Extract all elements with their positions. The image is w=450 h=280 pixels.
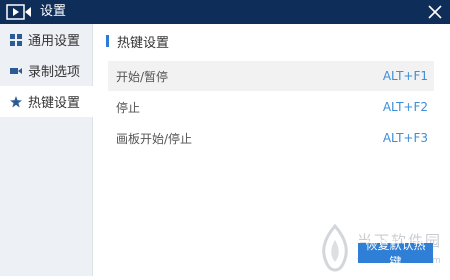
sidebar-item-label: 录制选项 [28, 65, 81, 80]
video-recorder-icon [6, 4, 31, 20]
hotkey-row-start-pause[interactable]: 开始/暂停 ALT+F1 [108, 61, 434, 91]
hotkey-action: 开始/暂停 [116, 69, 169, 84]
camera-icon [10, 67, 22, 74]
hotkey-action: 画板开始/停止 [116, 131, 193, 146]
section-title-text: 热键设置 [117, 35, 170, 51]
grid-icon [10, 33, 22, 46]
sidebar-item-label: 通用设置 [28, 34, 81, 49]
sidebar-item-general[interactable]: 通用设置 [0, 24, 92, 55]
hotkey-row-stop[interactable]: 停止 ALT+F2 [108, 92, 434, 122]
hotkey-key[interactable]: ALT+F2 [383, 100, 428, 114]
window-title: 设置 [40, 4, 67, 19]
close-icon[interactable] [426, 3, 444, 21]
title-bar: 设置 [0, 0, 450, 24]
hotkey-settings-panel: 热键设置 开始/暂停 ALT+F1 停止 ALT+F2 画板开始/停止 ALT+… [93, 24, 450, 276]
restore-default-hotkeys-button[interactable]: 恢复默认热键 [358, 238, 433, 269]
sidebar: 通用设置 录制选项 热键设置 [0, 24, 93, 276]
hotkey-key[interactable]: ALT+F1 [383, 69, 428, 83]
watermark-logo-icon [322, 223, 348, 272]
sidebar-item-label: 热键设置 [28, 96, 81, 111]
hotkey-row-drawboard[interactable]: 画板开始/停止 ALT+F3 [108, 123, 434, 153]
hotkey-key[interactable]: ALT+F3 [383, 131, 428, 145]
section-title: 热键设置 [106, 33, 170, 51]
sidebar-item-hotkeys[interactable]: 热键设置 [0, 86, 93, 117]
hotkey-action: 停止 [116, 100, 141, 115]
star-icon [10, 95, 22, 107]
sidebar-item-recording[interactable]: 录制选项 [0, 55, 92, 86]
section-accent-bar [106, 35, 109, 47]
